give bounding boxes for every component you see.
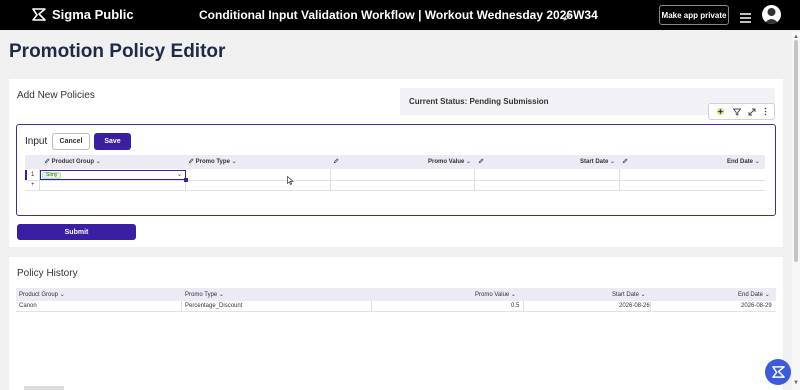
scroll-down-icon[interactable]: ▼ bbox=[793, 380, 799, 386]
brand-name: Sigma Public bbox=[52, 7, 134, 22]
status-text: Current Status: Pending Submission bbox=[409, 97, 549, 106]
input-grid-header bbox=[25, 155, 765, 169]
add-policies-title: Add New Policies bbox=[17, 90, 95, 101]
policy-history-panel bbox=[9, 257, 783, 390]
add-row-icon[interactable]: + bbox=[31, 182, 35, 188]
expand-icon[interactable] bbox=[748, 103, 756, 121]
column-header-start-date[interactable]: Start Date ⌄ bbox=[580, 158, 628, 165]
column-header-end-date[interactable]: End Date ⌄ bbox=[727, 158, 760, 165]
table-row[interactable]: Canon Percentage_Discount 0.5 2026-08-26… bbox=[16, 301, 776, 312]
grid-divider bbox=[474, 169, 475, 191]
cancel-button[interactable]: Cancel bbox=[52, 133, 90, 150]
scrollbar-thumb[interactable] bbox=[794, 40, 798, 262]
cell-promo-type: Percentage_Discount bbox=[185, 303, 243, 309]
help-button[interactable] bbox=[765, 359, 791, 385]
chevron-down-icon[interactable]: ⌄ bbox=[177, 171, 182, 178]
policy-history-title: Policy History bbox=[17, 268, 78, 279]
grid-divider bbox=[650, 301, 651, 312]
element-toolbar bbox=[708, 103, 775, 120]
pencil-icon bbox=[44, 158, 50, 164]
column-header-promo-value[interactable]: Promo Value ⌄ bbox=[428, 158, 484, 165]
column-header-promo-type[interactable]: Promo Type ⌄ bbox=[188, 158, 237, 165]
column-header-product-group[interactable]: Product Group ⌄ bbox=[44, 158, 101, 165]
filter-icon[interactable] bbox=[732, 103, 742, 121]
grid-divider bbox=[619, 169, 620, 191]
product-group-value-chip: Sony bbox=[42, 172, 62, 179]
cell-product-group: Canon bbox=[19, 303, 37, 309]
fill-handle[interactable] bbox=[184, 178, 188, 182]
sigma-help-icon bbox=[771, 366, 785, 378]
promo-value-pencil-icon[interactable] bbox=[333, 158, 339, 166]
cell-end-date: 2026-08-29 bbox=[741, 303, 772, 309]
product-group-select[interactable]: ⌄ bbox=[40, 170, 188, 182]
submit-button[interactable]: Submit bbox=[17, 224, 136, 240]
history-column-start-date[interactable]: Start Date ⌄ bbox=[612, 291, 646, 298]
cell-promo-value: 0.5 bbox=[511, 303, 520, 309]
page-title: Promotion Policy Editor bbox=[9, 41, 226, 62]
sparkle-icon[interactable] bbox=[716, 103, 725, 121]
history-table-header bbox=[16, 288, 776, 301]
mouse-cursor-icon bbox=[287, 176, 294, 185]
add-row[interactable] bbox=[25, 181, 765, 191]
make-app-private-button[interactable]: Make app private bbox=[659, 5, 729, 25]
more-options-icon[interactable] bbox=[764, 103, 767, 121]
selected-row-marker bbox=[25, 170, 27, 180]
row-number: 1 bbox=[31, 172, 35, 178]
history-column-product-group[interactable]: Product Group ⌄ bbox=[19, 291, 65, 298]
pencil-icon bbox=[478, 158, 484, 164]
grid-divider bbox=[330, 169, 331, 191]
pencil-icon bbox=[622, 158, 628, 164]
edit-title-pencil-icon[interactable] bbox=[562, 9, 572, 27]
grid-divider bbox=[181, 301, 182, 312]
bottom-tab-strip[interactable] bbox=[24, 386, 64, 390]
sigma-logo-icon bbox=[32, 8, 46, 21]
document-title[interactable]: Conditional Input Validation Workflow | … bbox=[199, 8, 598, 22]
pencil-icon bbox=[188, 158, 194, 164]
save-button[interactable]: Save bbox=[94, 133, 131, 150]
cell-start-date: 2026-08-26 bbox=[619, 303, 650, 309]
grid-divider bbox=[371, 301, 372, 312]
menu-icon[interactable] bbox=[740, 10, 751, 28]
grid-divider bbox=[523, 301, 524, 312]
history-column-end-date[interactable]: End Date ⌄ bbox=[738, 291, 770, 298]
top-bar: Sigma Public Conditional Input Validatio… bbox=[0, 0, 800, 30]
history-column-promo-value[interactable]: Promo Value ⌄ bbox=[475, 291, 516, 298]
brand-logo[interactable]: Sigma Public bbox=[32, 7, 134, 22]
input-table-title: Input bbox=[25, 136, 48, 147]
history-column-promo-type[interactable]: Promo Type ⌄ bbox=[185, 291, 224, 298]
user-avatar[interactable] bbox=[762, 5, 781, 24]
